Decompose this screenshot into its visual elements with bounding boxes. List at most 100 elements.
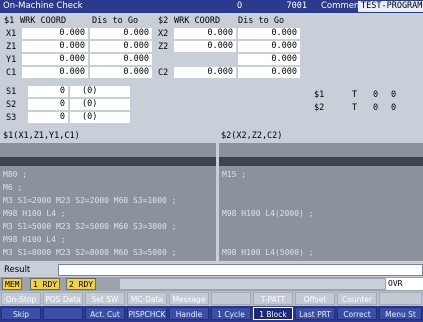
program2-listing[interactable]: M15 ; M98 H100 L4(2000) ; M98 H100 L4(50… bbox=[219, 143, 423, 261]
work-coord-value: 0.000 bbox=[22, 67, 88, 78]
program-o-label: O bbox=[237, 1, 243, 11]
softkey-pispchck[interactable]: PISPCHCK bbox=[127, 307, 167, 320]
spindle-actual: (0) bbox=[70, 99, 130, 110]
program-area: $1(X1,Z1,Y1,C1) $2(X2,Z2,C2) M80 ; M6 ; … bbox=[0, 127, 423, 263]
program-line: M98 H100 L4 ; bbox=[3, 235, 66, 244]
spindle-actual: (0) bbox=[70, 112, 130, 123]
spindle-speed: 0 bbox=[28, 112, 68, 123]
work-coord-value: 0.000 bbox=[174, 41, 236, 52]
comment-value: TEST-PROGRAM bbox=[358, 1, 423, 12]
spindle-actual: (0) bbox=[70, 86, 130, 97]
spindle-label: S3 bbox=[6, 113, 17, 123]
tool-system-label: $1 bbox=[314, 90, 325, 100]
program-line: M3 S1=5000 M23 S2=5000 M60 S3=3000 ; bbox=[3, 222, 177, 231]
tool-number: 0 bbox=[373, 103, 379, 113]
program-line: M6 ; bbox=[3, 183, 23, 192]
distance-to-go-value: 0.000 bbox=[238, 54, 300, 65]
softkey-blank-2[interactable] bbox=[379, 292, 422, 305]
mode-badge: MEM bbox=[2, 278, 23, 290]
distance-to-go-value: 0.000 bbox=[90, 54, 152, 65]
tool-offset: 0 bbox=[391, 90, 397, 100]
work-coord-value: 0.000 bbox=[22, 41, 88, 52]
program1-title: $1(X1,Z1,Y1,C1) bbox=[3, 131, 80, 141]
softkey-pos-data[interactable]: POS Data bbox=[43, 292, 83, 305]
spindle-tool-panel: S1 0 (0) S2 0 (0) S3 0 (0) $1 T 0 0 $2 T… bbox=[0, 83, 423, 127]
program1-listing[interactable]: M80 ; M6 ; M3 S1=2000 M23 S2=2000 M60 S3… bbox=[0, 143, 216, 261]
result-label: Result bbox=[4, 265, 31, 275]
softkey-handle[interactable]: Handle bbox=[169, 307, 209, 320]
softkey-1-cycle[interactable]: 1 Cycle bbox=[211, 307, 251, 320]
softkey-mc-data[interactable]: MC-Data bbox=[127, 292, 167, 305]
softkey-row-top: On-Stop POS Data Set SW MC-Data Message … bbox=[0, 291, 423, 306]
program2-title: $2(X2,Z2,C2) bbox=[221, 131, 283, 141]
system2-dtg-header: Dis to Go bbox=[238, 16, 285, 26]
status-message-area bbox=[120, 279, 385, 289]
tool-t-label: T bbox=[352, 103, 358, 113]
system1-dtg-header: Dis to Go bbox=[92, 16, 139, 26]
softkey-offset[interactable]: Offset bbox=[295, 292, 335, 305]
axis-label: C1 bbox=[6, 68, 17, 78]
spindle-speed: 0 bbox=[28, 86, 68, 97]
program-line: M15 ; bbox=[222, 170, 247, 179]
work-coord-value: 0.000 bbox=[22, 54, 88, 65]
title-bar: On-Machine Check O 7001 Comment TEST-PRO… bbox=[0, 0, 423, 13]
distance-to-go-value: 0.000 bbox=[238, 28, 300, 39]
axis-label: X1 bbox=[6, 29, 17, 39]
system1-label: $1 bbox=[4, 16, 15, 26]
spindle-speed: 0 bbox=[28, 99, 68, 110]
program-line: M98 H100 L4(5000) ; bbox=[222, 248, 314, 257]
work-coord-value: 0.000 bbox=[174, 67, 236, 78]
axis-label: C2 bbox=[158, 68, 169, 78]
axis-label: Y1 bbox=[6, 55, 17, 65]
distance-to-go-value: 0.000 bbox=[238, 67, 300, 78]
softkey-last-prt[interactable]: Last PRT bbox=[295, 307, 335, 320]
result-input[interactable] bbox=[58, 264, 423, 276]
program-line: M98 H100 L4(2000) ; bbox=[222, 209, 314, 218]
softkey-menu-st[interactable]: Menu St bbox=[379, 307, 422, 320]
softkey-set-sw[interactable]: Set SW bbox=[85, 292, 125, 305]
softkey-blank-3[interactable] bbox=[43, 307, 83, 320]
work-coord-value: 0.000 bbox=[22, 28, 88, 39]
on-machine-check-screen: On-Machine Check O 7001 Comment TEST-PRO… bbox=[0, 0, 423, 322]
comment-label: Comment bbox=[321, 1, 363, 11]
system2-coord-header: WRK COORD bbox=[174, 16, 221, 26]
work-coord-value: 0.000 bbox=[174, 28, 236, 39]
coordinate-panel: $1 WRK COORD Dis to Go $2 WRK COORD Dis … bbox=[0, 13, 423, 83]
ready2-badge: 2 RDY bbox=[66, 278, 97, 290]
status-row: MEM 1 RDY 2 RDY OVR 100% bbox=[0, 277, 423, 300]
distance-to-go-value: 0.000 bbox=[90, 41, 152, 52]
softkey-message[interactable]: Message bbox=[169, 292, 209, 305]
ready1-badge: 1 RDY bbox=[30, 278, 61, 290]
screen-title: On-Machine Check bbox=[3, 1, 83, 11]
softkey-correct[interactable]: Correct bbox=[337, 307, 377, 320]
distance-to-go-value: 0.000 bbox=[238, 41, 300, 52]
result-row: Result bbox=[0, 263, 423, 277]
program-number: 7001 bbox=[286, 1, 307, 11]
distance-to-go-value: 0.000 bbox=[90, 28, 152, 39]
softkey-on-stop[interactable]: On-Stop bbox=[1, 292, 41, 305]
softkey-skip[interactable]: Skip bbox=[1, 307, 41, 320]
softkey-blank-1[interactable] bbox=[211, 292, 251, 305]
spindle-label: S2 bbox=[6, 100, 17, 110]
tool-number: 0 bbox=[373, 90, 379, 100]
tool-system-label: $2 bbox=[314, 103, 325, 113]
tool-offset: 0 bbox=[391, 103, 397, 113]
system2-label: $2 bbox=[158, 16, 169, 26]
softkey-row-bottom: Skip Act. Cut PISPCHCK Handle 1 Cycle 1 … bbox=[0, 306, 423, 322]
system1-coord-header: WRK COORD bbox=[20, 16, 67, 26]
axis-label: Z2 bbox=[158, 42, 169, 52]
spindle-label: S1 bbox=[6, 87, 17, 97]
current-block-highlight bbox=[0, 157, 216, 166]
axis-label: X2 bbox=[158, 29, 169, 39]
program-line: M3 S1=8000 M23 S2=8000 M60 S3=5000 ; bbox=[3, 248, 177, 257]
axis-label: Z1 bbox=[6, 42, 17, 52]
current-block-highlight bbox=[219, 157, 423, 166]
softkey-1-block[interactable]: 1 Block bbox=[253, 307, 293, 320]
program-line: M98 H100 L4 ; bbox=[3, 209, 66, 218]
softkey-counter[interactable]: Counter bbox=[337, 292, 377, 305]
program-line: M3 S1=2000 M23 S2=2000 M60 S3=1000 ; bbox=[3, 196, 177, 205]
tool-t-label: T bbox=[352, 90, 358, 100]
softkey-t-patt[interactable]: T-PATT bbox=[253, 292, 293, 305]
distance-to-go-value: 0.000 bbox=[90, 67, 152, 78]
softkey-act-cut[interactable]: Act. Cut bbox=[85, 307, 125, 320]
